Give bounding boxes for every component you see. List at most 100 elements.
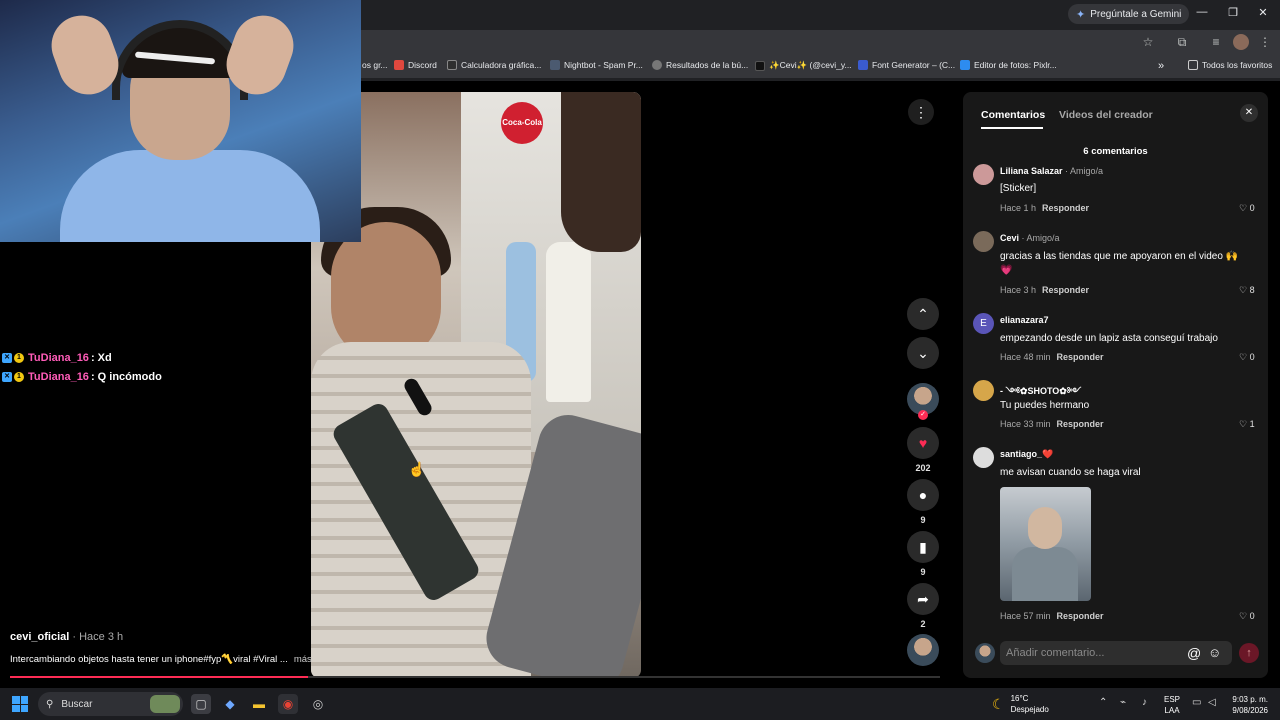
microphone-icon[interactable]: ♪ <box>1142 697 1147 708</box>
tab-comments[interactable]: Comentarios <box>981 109 1045 121</box>
avatar[interactable] <box>973 164 994 185</box>
comment-sticker-image[interactable] <box>1000 487 1091 601</box>
comment-like-count: 1 <box>1249 419 1255 429</box>
star-icon[interactable]: ☆ <box>1140 34 1156 50</box>
tier-badge-icon: 1 <box>14 353 24 363</box>
chrome-icon[interactable]: ◉ <box>278 694 298 714</box>
bookmark-label: ✨Cevi✨ (@cevi_y... <box>769 60 852 70</box>
clock-date: 9/08/2026 <box>1232 706 1268 715</box>
bookmarks-overflow-button[interactable]: » <box>1158 60 1164 72</box>
app-icon[interactable]: ◆ <box>220 694 240 714</box>
video-creator[interactable]: cevi_oficial · Hace 3 h <box>10 631 123 643</box>
volume-icon[interactable]: ◁ <box>1208 697 1216 708</box>
comment-user[interactable]: santiago_❤️ <box>1000 449 1053 460</box>
language-indicator[interactable]: ESP LAA <box>1164 694 1180 716</box>
emoji-icon[interactable]: ☺ <box>1208 645 1221 660</box>
follow-check-icon[interactable]: ✓ <box>918 410 928 420</box>
gemini-button[interactable]: ✦ Pregúntale a Gemini <box>1068 4 1190 24</box>
task-view-icon[interactable]: ▢ <box>191 694 211 714</box>
comment-bubble-icon: ● <box>918 487 928 503</box>
video-progress-bar[interactable] <box>10 676 940 678</box>
bookmark-item[interactable]: Resultados de la bú... <box>652 60 748 70</box>
weather-condition: Despejado <box>1010 705 1049 714</box>
media-icon[interactable]: ≡ <box>1208 34 1224 50</box>
bookmark-item[interactable]: Nightbot - Spam Pr... <box>550 60 643 70</box>
send-arrow-icon[interactable]: ↑ <box>1239 643 1259 663</box>
next-video-button[interactable]: ⌄ <box>907 337 939 369</box>
sound-avatar[interactable] <box>907 634 939 666</box>
avatar[interactable]: E <box>973 313 994 334</box>
extensions-icon[interactable]: ⧉ <box>1174 34 1190 50</box>
avatar[interactable] <box>973 231 994 252</box>
windows-start-icon[interactable] <box>12 696 28 712</box>
comment-user[interactable]: Cevi · Amigo/a <box>1000 233 1060 243</box>
file-explorer-icon[interactable]: ▬ <box>249 694 269 714</box>
moon-weather-icon: ☾ <box>992 695 1005 712</box>
taskbar-search[interactable]: ⚲ Buscar <box>38 692 183 716</box>
network-icon[interactable]: ⌁ <box>1120 697 1126 708</box>
bookmark-item[interactable]: Calculadora gráfica... <box>447 60 541 70</box>
restore-icon[interactable]: ❐ <box>1223 6 1243 19</box>
comment-meta: Hace 3 h Responder <box>1000 285 1089 295</box>
comment-user[interactable]: elianazara7 <box>1000 315 1049 325</box>
screen: ✦ Pregúntale a Gemini — ❐ ✕ ☆ ⧉ ≡ ⋮ os g… <box>0 0 1280 720</box>
comment-like[interactable]: ♡ 1 <box>1239 419 1255 430</box>
avatar[interactable] <box>973 447 994 468</box>
save-button[interactable]: ▮ <box>907 531 939 563</box>
tab-creator-videos[interactable]: Videos del creador <box>1059 109 1153 121</box>
all-favorites-button[interactable]: Todos los favoritos <box>1188 60 1272 70</box>
reply-button[interactable]: Responder <box>1057 419 1104 429</box>
obs-icon[interactable]: ◎ <box>308 694 328 714</box>
comment-username[interactable]: - ༺✿SHOTO✿༻ <box>1000 386 1081 396</box>
close-window-icon[interactable]: ✕ <box>1253 6 1273 19</box>
tier-badge-icon: 1 <box>14 372 24 382</box>
bookmark-item[interactable]: Editor de fotos: Pixlr... <box>960 60 1057 70</box>
taskbar-clock[interactable]: 9:03 p. m. 9/08/2026 <box>1226 694 1268 716</box>
avatar[interactable] <box>973 380 994 401</box>
comment-time: Hace 3 h <box>1000 285 1037 295</box>
monitor-icon[interactable]: ▭ <box>1192 697 1201 708</box>
pixlr-icon <box>960 60 970 70</box>
comment-user[interactable]: Liliana Salazar · Amigo/a <box>1000 166 1103 176</box>
comment-button[interactable]: ● <box>907 479 939 511</box>
comment-username[interactable]: elianazara7 <box>1000 315 1049 325</box>
bookmark-label: os gr... <box>362 60 388 70</box>
menu-kebab-icon[interactable]: ⋮ <box>1257 34 1273 50</box>
like-button[interactable]: ♥ <box>907 427 939 459</box>
comment-username[interactable]: Cevi <box>1000 233 1019 243</box>
minimize-icon[interactable]: — <box>1192 6 1212 18</box>
profile-avatar[interactable] <box>1233 34 1249 50</box>
creator-name[interactable]: cevi_oficial <box>10 631 69 643</box>
comment-like[interactable]: ♡ 8 <box>1239 285 1255 296</box>
bookmark-item[interactable]: os gr... <box>362 60 388 70</box>
comments-count: 6 comentarios <box>1083 146 1148 157</box>
taskbar-search-label: Buscar <box>61 698 93 710</box>
share-button[interactable]: ➦ <box>907 583 939 615</box>
more-link[interactable]: más <box>294 654 312 665</box>
comment-username[interactable]: Liliana Salazar <box>1000 166 1063 176</box>
reply-button[interactable]: Responder <box>1042 203 1089 213</box>
font-generator-icon <box>858 60 868 70</box>
comment-text: [Sticker] <box>1000 183 1037 194</box>
search-highlight-image <box>150 695 180 713</box>
tray-chevron-icon[interactable]: ⌃ <box>1099 697 1107 708</box>
reply-button[interactable]: Responder <box>1057 611 1104 621</box>
reply-button[interactable]: Responder <box>1057 352 1104 362</box>
bookmark-item[interactable]: ✨Cevi✨ (@cevi_y... <box>755 60 852 71</box>
comment-like-count: 0 <box>1249 352 1255 362</box>
comment-time: Hace 48 min <box>1000 352 1051 362</box>
previous-video-button[interactable]: ⌃ <box>907 298 939 330</box>
mention-icon[interactable]: @ <box>1187 645 1201 661</box>
bookmark-item[interactable]: Discord <box>394 60 437 70</box>
close-panel-icon[interactable]: ✕ <box>1240 104 1258 122</box>
comment-username[interactable]: santiago_❤️ <box>1000 449 1053 459</box>
taskbar-weather[interactable]: ☾ 16°C Despejado <box>992 693 1049 715</box>
comment-like[interactable]: ♡ 0 <box>1239 611 1255 622</box>
reply-button[interactable]: Responder <box>1042 285 1089 295</box>
bookmark-icon: ▮ <box>919 538 927 555</box>
bookmark-item[interactable]: Font Generator – (C... <box>858 60 955 70</box>
comment-like[interactable]: ♡ 0 <box>1239 352 1255 363</box>
comment-like[interactable]: ♡ 0 <box>1239 203 1255 214</box>
more-options-icon[interactable]: ⋮ <box>908 99 934 125</box>
chevron-up-icon: ⌃ <box>917 305 929 322</box>
